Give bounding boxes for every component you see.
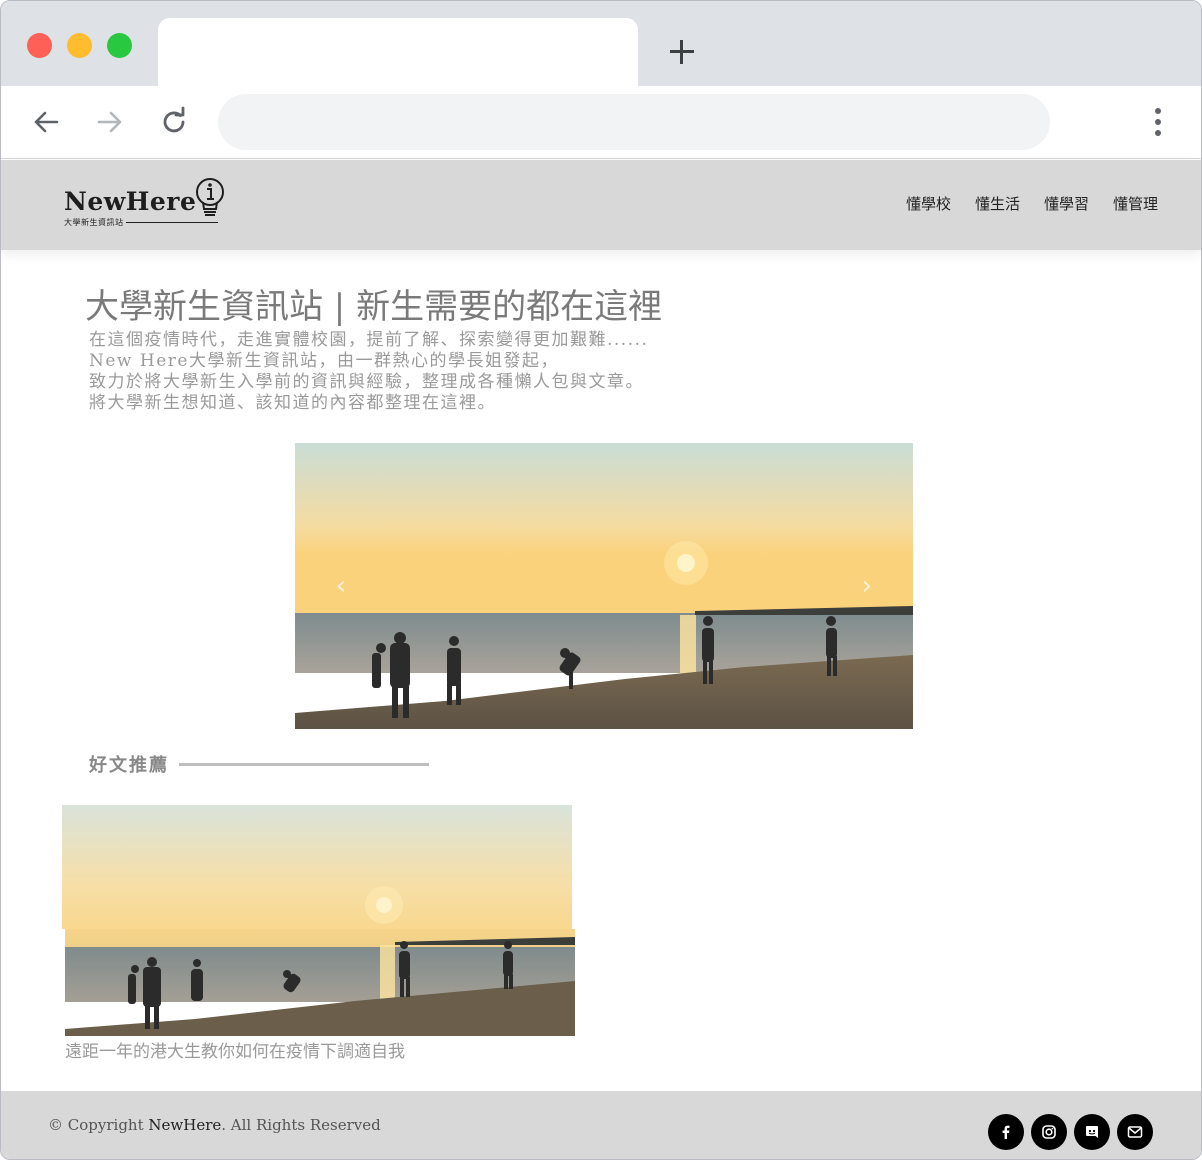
browser-menu-button[interactable] <box>1146 104 1170 140</box>
facebook-link[interactable] <box>988 1114 1024 1150</box>
minimize-window-button[interactable] <box>67 33 92 58</box>
nav-item-life[interactable]: 懂生活 <box>975 193 1020 214</box>
logo-subtitle: 大學新生資訊站 <box>64 218 124 227</box>
lightbulb-icon <box>196 178 224 216</box>
nav-item-management[interactable]: 懂管理 <box>1113 193 1158 214</box>
carousel-next-button[interactable]: › <box>855 571 879 601</box>
discord-icon <box>1086 1126 1098 1138</box>
forward-button[interactable] <box>92 104 128 140</box>
new-tab-button[interactable] <box>665 35 699 69</box>
mail-icon <box>1127 1126 1143 1138</box>
email-link[interactable] <box>1117 1114 1153 1150</box>
browser-tab-active[interactable] <box>158 18 638 86</box>
kebab-menu-icon <box>1155 108 1161 114</box>
article-card[interactable]: 遠距一年的港大生教你如何在疫情下調適自我 <box>62 805 576 1065</box>
back-button[interactable] <box>28 104 64 140</box>
main-nav: 懂學校 懂生活 懂學習 懂管理 <box>906 193 1158 214</box>
maximize-window-button[interactable] <box>107 33 132 58</box>
arrow-left-icon <box>34 111 59 133</box>
article-image-bottom <box>65 929 575 1036</box>
kebab-dot <box>1155 119 1161 125</box>
close-window-button[interactable] <box>27 33 52 58</box>
copyright-text: © Copyright NewHere. All Rights Reserved <box>48 1116 381 1134</box>
site-header: NewHere 大學新生資訊站 懂學校 懂生活 懂學習 懂管理 <box>1 160 1201 250</box>
hero-description-line: 將大學新生想知道、該知道的內容都整理在這裡。 <box>89 393 496 413</box>
article-title-link[interactable]: 遠距一年的港大生教你如何在疫情下調適自我 <box>65 1037 405 1062</box>
copyright-prefix: © Copyright <box>48 1116 149 1134</box>
site-logo[interactable]: NewHere 大學新生資訊站 <box>64 177 234 233</box>
reload-button[interactable] <box>156 104 192 140</box>
reload-icon <box>163 106 185 133</box>
hero-description-line: 在這個疫情時代，走進實體校園，提前了解、探索變得更加艱難...... <box>89 330 649 350</box>
hero-description-line: 致力於將大學新生入學前的資訊與經驗，整理成各種懶人包與文章。 <box>89 372 644 392</box>
logo-underline <box>126 222 218 223</box>
nav-item-school[interactable]: 懂學校 <box>906 193 951 214</box>
hero-description-line: New Here大學新生資訊站，由一群熱心的學長姐發起， <box>89 351 559 371</box>
address-bar[interactable] <box>218 94 1050 150</box>
social-links <box>988 1114 1153 1150</box>
site-footer: © Copyright NewHere. All Rights Reserved <box>1 1091 1201 1159</box>
copyright-suffix: . All Rights Reserved <box>221 1116 381 1134</box>
article-image-top <box>62 805 572 929</box>
section-divider <box>179 763 429 766</box>
section-title-recommended: 好文推薦 <box>89 755 169 776</box>
copyright-brand: NewHere <box>148 1116 222 1134</box>
carousel-prev-button[interactable]: ‹ <box>329 571 353 601</box>
nav-item-study[interactable]: 懂學習 <box>1044 193 1089 214</box>
instagram-link[interactable] <box>1031 1114 1067 1150</box>
browser-toolbar <box>1 86 1201 159</box>
hero-carousel[interactable]: ‹ › <box>295 443 913 729</box>
discord-link[interactable] <box>1074 1114 1110 1150</box>
browser-tabbar <box>1 1 1201 86</box>
facebook-icon <box>1002 1125 1010 1139</box>
hero-description: 在這個疫情時代，走進實體校園，提前了解、探索變得更加艱難...... New H… <box>89 330 648 414</box>
browser-window: NewHere 大學新生資訊站 懂學校 懂生活 懂學習 懂管理 大學新生資訊站 … <box>0 0 1202 1160</box>
arrow-right-icon <box>97 111 122 133</box>
carousel-image <box>295 443 913 729</box>
kebab-dot <box>1155 130 1161 136</box>
instagram-icon <box>1042 1125 1056 1139</box>
logo-text: NewHere <box>64 187 197 216</box>
page-title: 大學新生資訊站 | 新生需要的都在這裡 <box>85 287 663 327</box>
